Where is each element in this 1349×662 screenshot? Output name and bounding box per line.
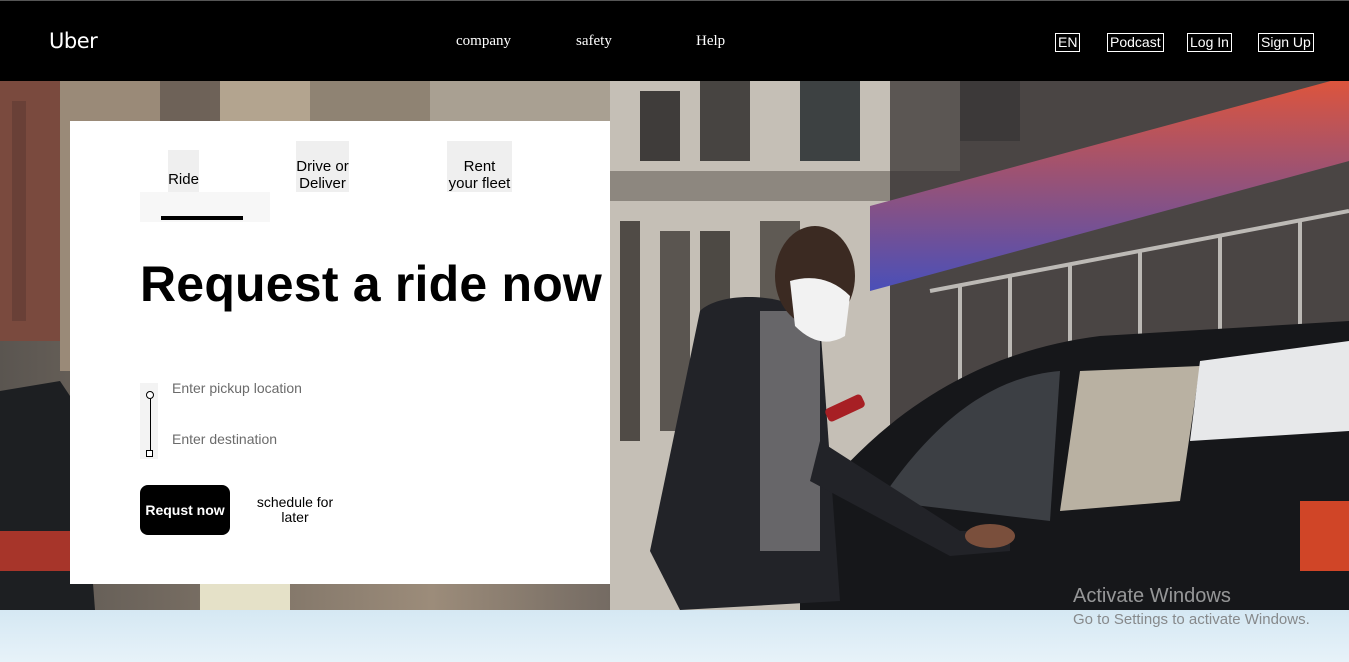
destination-input[interactable] bbox=[172, 428, 432, 450]
schedule-for-later-button[interactable]: schedule for later bbox=[252, 493, 338, 527]
page-title: Request a ride now bbox=[140, 256, 603, 312]
signup-button[interactable]: Sign Up bbox=[1258, 33, 1314, 52]
language-button[interactable]: EN bbox=[1055, 33, 1081, 52]
ride-request-card: Ride Drive or Deliver Rent your fleet Re… bbox=[70, 121, 610, 584]
uber-logo[interactable]: Uber bbox=[49, 29, 98, 53]
pickup-location-input[interactable] bbox=[172, 377, 432, 399]
top-navigation-bar: Uber company safety Help EN Podcast Log … bbox=[0, 0, 1349, 81]
destination-square-icon bbox=[146, 450, 153, 457]
nav-link-company[interactable]: company bbox=[456, 33, 511, 50]
nav-link-help[interactable]: Help bbox=[696, 33, 725, 50]
tab-ride[interactable]: Ride bbox=[168, 150, 199, 192]
route-line-icon bbox=[150, 399, 151, 450]
pickup-dot-icon bbox=[146, 391, 154, 399]
request-now-button[interactable]: Requst now bbox=[140, 485, 230, 535]
activate-windows-title: Activate Windows bbox=[1073, 585, 1231, 607]
activate-windows-subtitle: Go to Settings to activate Windows. bbox=[1073, 611, 1310, 628]
login-button[interactable]: Log In bbox=[1187, 33, 1232, 52]
podcast-button[interactable]: Podcast bbox=[1107, 33, 1164, 52]
tab-drive-or-deliver[interactable]: Drive or Deliver bbox=[296, 141, 349, 192]
nav-link-safety[interactable]: safety bbox=[576, 33, 612, 50]
tab-rent-your-fleet[interactable]: Rent your fleet bbox=[447, 141, 512, 192]
active-tab-underline bbox=[161, 216, 243, 220]
